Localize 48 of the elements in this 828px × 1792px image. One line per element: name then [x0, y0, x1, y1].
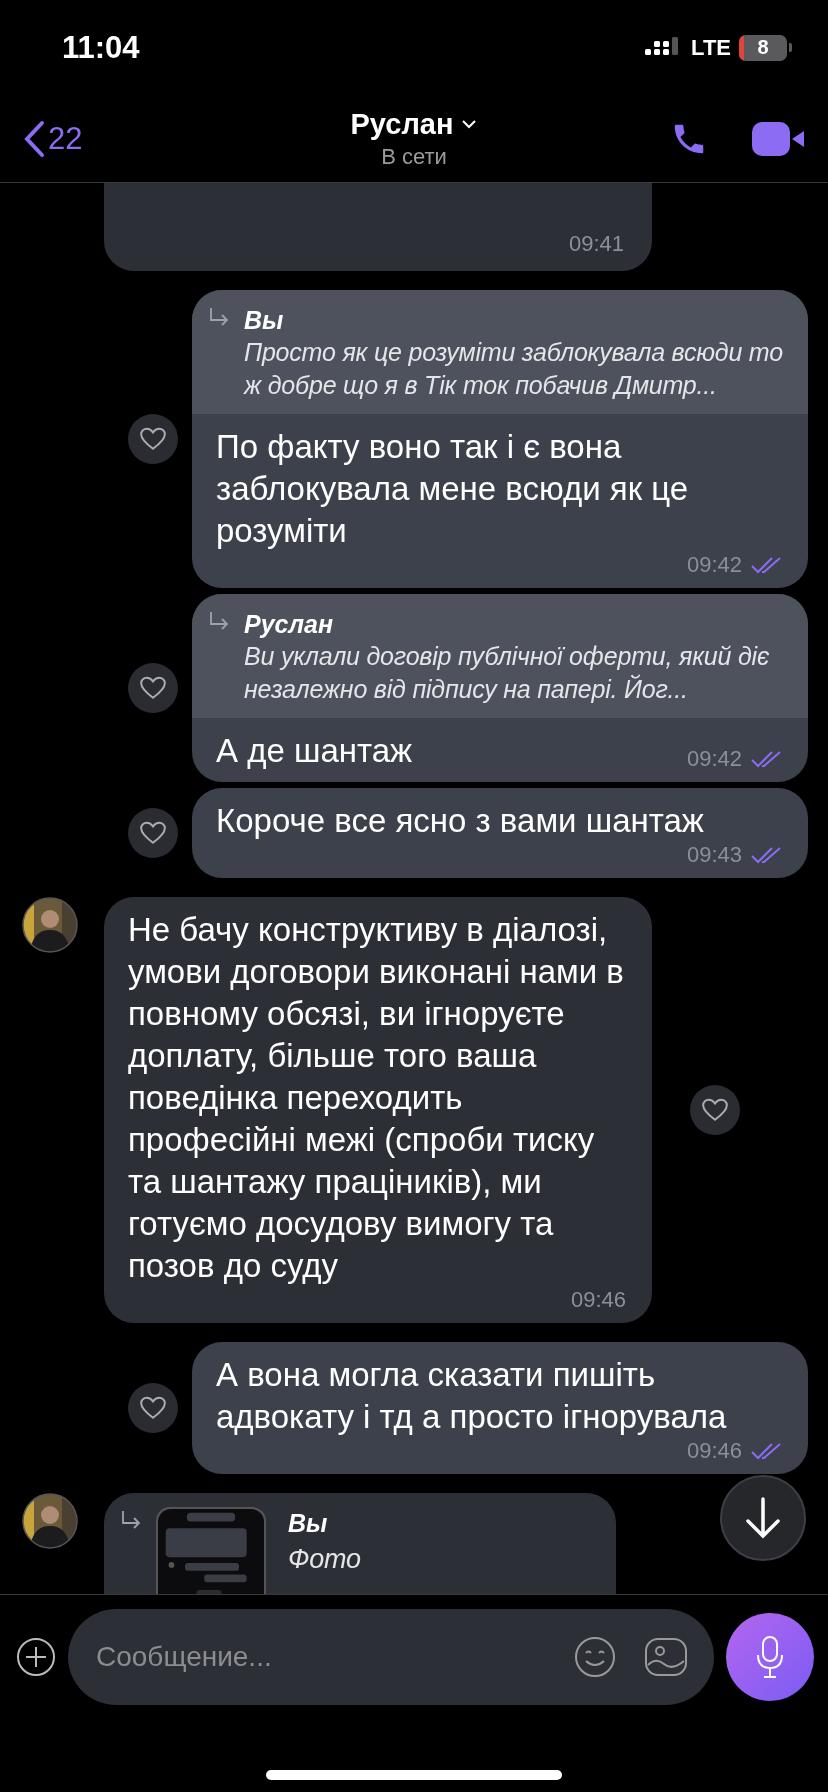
- back-button[interactable]: 22: [22, 119, 222, 158]
- video-call-icon[interactable]: [752, 119, 806, 158]
- quoted-message[interactable]: Вы Просто як це розуміти заблокувала всюди то ж добре що я в Тік ток побачив Дмитр...: [192, 290, 808, 414]
- heart-icon[interactable]: [139, 820, 167, 846]
- reaction-button[interactable]: [690, 1085, 740, 1135]
- message-text: Короче все ясно з вами шантаж: [216, 801, 704, 841]
- reaction-button[interactable]: [128, 663, 178, 713]
- reaction-button[interactable]: [128, 414, 178, 464]
- heart-icon[interactable]: [139, 1395, 167, 1421]
- message-text: По факту воно так і є вона заблокувала мене всюди як це розуміти: [216, 427, 690, 551]
- reaction-button[interactable]: [128, 808, 178, 858]
- quoted-author: Вы: [288, 1508, 329, 1539]
- chevron-left-icon[interactable]: [22, 119, 46, 158]
- emoji-icon[interactable]: [574, 1635, 616, 1678]
- status-time: 11:04: [62, 29, 140, 66]
- contact-name[interactable]: Руслан: [350, 107, 454, 141]
- message-text: А вона могла сказати пишіть адвокату і тд а просто ігнорувала: [216, 1355, 728, 1437]
- microphone-icon[interactable]: [755, 1634, 785, 1679]
- message-text: А де шантаж: [216, 731, 413, 771]
- message-time: 09:41: [568, 231, 624, 257]
- reply-arrow-icon: [208, 306, 230, 328]
- quoted-author: Руслан: [244, 609, 335, 640]
- quoted-author: Вы: [244, 305, 285, 336]
- avatar[interactable]: [22, 897, 78, 953]
- heart-icon[interactable]: [139, 426, 167, 452]
- quoted-text: Ви уклали договір публічної оферти, який діє незалежно від підпису на папері. Йог...: [244, 641, 771, 705]
- message-time: 09:46: [570, 1287, 626, 1313]
- add-button[interactable]: [16, 1636, 56, 1677]
- avatar[interactable]: [22, 1493, 78, 1549]
- message-time: 09:46: [686, 1438, 742, 1464]
- gallery-icon[interactable]: [644, 1636, 688, 1677]
- reply-arrow-icon: [120, 1509, 142, 1531]
- chevron-down-icon[interactable]: [461, 119, 478, 129]
- heart-icon[interactable]: [139, 675, 167, 701]
- network-label: LTE: [691, 34, 731, 61]
- message-time: 09:42: [686, 552, 742, 578]
- quoted-text: Просто як це розуміти заблокувала всюди то ж добре що я в Тік ток побачив Дмитр...: [244, 337, 784, 401]
- reaction-button[interactable]: [128, 1383, 178, 1433]
- quoted-text: Фото: [288, 1543, 361, 1576]
- message-text: Не бачу конструктиву в діалозі, умови договори виконані нами в повному обсязі, ви ігноруєте доплату, більше того ваша поведінка переходить професійні межі (спроби тиску та шантажу праціників), ми готуємо досудову вимогу та позов до суду: [128, 910, 625, 1286]
- message-time: 09:43: [686, 842, 742, 868]
- message-time: 09:42: [686, 746, 742, 772]
- arrow-down-icon[interactable]: [743, 1496, 783, 1540]
- quoted-message[interactable]: Руслан Ви уклали договір публічної оферти, який діє незалежно від підпису на папері. Йог...: [192, 594, 808, 718]
- contact-status: В сети: [381, 143, 447, 170]
- heart-icon[interactable]: [701, 1097, 729, 1123]
- message-input[interactable]: Сообщение...: [94, 1639, 546, 1674]
- reply-arrow-icon: [208, 610, 230, 632]
